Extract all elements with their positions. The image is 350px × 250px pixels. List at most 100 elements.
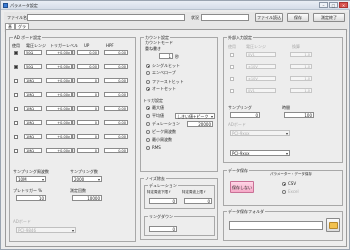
- ad-trigger-input[interactable]: +0.00v: [46, 92, 72, 97]
- pretrigger-input[interactable]: 10: [16, 195, 46, 201]
- save-button[interactable]: 保存: [287, 13, 309, 22]
- ext-sampling-input[interactable]: 0: [230, 112, 260, 118]
- count-value-input[interactable]: 1: [159, 53, 173, 59]
- data-folder-input[interactable]: [229, 221, 323, 230]
- ad-channel-checkbox[interactable]: [14, 51, 18, 55]
- mode-first-hit-radio[interactable]: [146, 80, 150, 84]
- mode-auto-set-radio[interactable]: [146, 87, 150, 91]
- ad-channel-checkbox[interactable]: [14, 93, 18, 97]
- ext-range-select[interactable]: 0V1: [246, 88, 276, 93]
- ad-up-input[interactable]: 0: [77, 78, 99, 83]
- ext-factor-input[interactable]: 1.0: [290, 76, 312, 81]
- ad-trigger-spinner[interactable]: [72, 120, 75, 125]
- ad-hpf-input[interactable]: 0.00: [104, 50, 128, 55]
- ext-range-select[interactable]: ±10V: [246, 64, 276, 69]
- ad-up-input[interactable]: 0.00: [77, 64, 99, 69]
- ad-trigger-input[interactable]: +0.00v: [46, 106, 72, 111]
- ext-range-select[interactable]: 0V1: [246, 52, 276, 57]
- ext-range-select[interactable]: ±10V: [246, 76, 276, 81]
- sampling-count-select[interactable]: 2000: [72, 176, 102, 182]
- ad-trigger-spinner[interactable]: [72, 148, 75, 153]
- file-label: ファイル名: [7, 15, 27, 20]
- ext-time-input[interactable]: 100: [284, 112, 314, 118]
- ext-board-select[interactable]: PCI-9xxx: [230, 130, 290, 136]
- ad-hpf-input[interactable]: 0.00: [104, 64, 128, 69]
- ringdown-input[interactable]: 0: [149, 226, 177, 232]
- ad-trigger-spinner[interactable]: [72, 92, 75, 97]
- trig-rms-radio[interactable]: [146, 146, 150, 150]
- ad-range-select[interactable]: 1MΩ: [24, 78, 42, 83]
- folder-icon: [329, 222, 338, 229]
- ad-channel-checkbox[interactable]: [14, 107, 18, 111]
- ext-channel-checkbox[interactable]: [230, 77, 234, 81]
- stop-measurement-button[interactable]: 測定終了: [313, 13, 345, 22]
- ad-channel-checkbox[interactable]: [14, 121, 18, 125]
- ad-up-input[interactable]: 0: [77, 148, 99, 153]
- trig-avg-radio[interactable]: [146, 114, 150, 118]
- mode-envelope-radio[interactable]: [146, 71, 150, 75]
- ext-channel-checkbox[interactable]: [230, 65, 234, 69]
- ad-range-select[interactable]: 1MΩ: [24, 148, 42, 153]
- load-file-button[interactable]: ファイル読込: [255, 13, 283, 22]
- ad-trigger-input[interactable]: +0.00v: [46, 134, 72, 139]
- ad-up-input[interactable]: 0: [77, 120, 99, 125]
- noise-removal-title: ノイズ除去: [144, 176, 166, 181]
- low-freq-input[interactable]: 0: [149, 198, 177, 204]
- trig-min-freq-radio[interactable]: [146, 138, 150, 142]
- trig-duration-radio[interactable]: [146, 122, 150, 126]
- ad-hpf-input[interactable]: 0.00: [104, 120, 128, 125]
- ad-trigger-input[interactable]: +0.00v: [46, 120, 72, 125]
- no-save-button[interactable]: 保存しない: [230, 181, 254, 193]
- minimize-button[interactable]: –: [319, 2, 328, 8]
- maximize-button[interactable]: □: [329, 2, 338, 8]
- trig-count-input[interactable]: 10000: [72, 195, 102, 201]
- ad-trigger-input[interactable]: +0.00v: [46, 50, 72, 55]
- ad-range-select[interactable]: 1MΩ: [24, 106, 42, 111]
- ext-channel-checkbox[interactable]: [230, 53, 234, 57]
- ad-range-select[interactable]: 1MΩ: [24, 92, 42, 97]
- ad-trigger-spinner[interactable]: [72, 78, 75, 83]
- ad-hpf-input[interactable]: 0.00: [104, 106, 128, 111]
- ad-trigger-input[interactable]: +0.00v: [46, 78, 72, 83]
- threshold-input[interactable]: 20000: [187, 121, 213, 127]
- ad-hpf-input[interactable]: 0.00: [104, 134, 128, 139]
- ad-board-select[interactable]: PCI-9846: [16, 227, 76, 233]
- high-freq-input[interactable]: 0: [184, 198, 212, 204]
- browse-folder-button[interactable]: [326, 218, 340, 232]
- file-name-input[interactable]: [27, 14, 185, 21]
- ext-factor-input[interactable]: 1.0: [290, 88, 312, 93]
- trig-peak-freq-radio[interactable]: [146, 130, 150, 134]
- ext-factor-input[interactable]: 1.0: [290, 52, 312, 57]
- close-button[interactable]: ×: [339, 2, 348, 8]
- excel-radio[interactable]: [282, 190, 286, 194]
- ad-range-select[interactable]: 50Ω: [24, 50, 42, 55]
- ad-up-input[interactable]: 0: [77, 92, 99, 97]
- ad-hpf-input[interactable]: 0.00: [104, 78, 128, 83]
- ad-up-input[interactable]: 0: [77, 106, 99, 111]
- csv-radio[interactable]: [282, 182, 286, 186]
- ad-trigger-input[interactable]: +0.00v: [46, 148, 72, 153]
- ext-factor-input[interactable]: 1.0: [290, 64, 312, 69]
- ad-trigger-spinner[interactable]: [72, 50, 75, 55]
- ad-range-select[interactable]: 1MΩ: [24, 134, 42, 139]
- sampling-freq-select[interactable]: 10M: [16, 176, 46, 182]
- ext-channel-checkbox[interactable]: [230, 89, 234, 93]
- ad-hpf-input[interactable]: 0.00: [104, 148, 128, 153]
- ad-channel-checkbox[interactable]: [14, 65, 18, 69]
- ext-board2-select[interactable]: PCI-9xxx: [230, 150, 290, 156]
- ad-trigger-spinner[interactable]: [72, 134, 75, 139]
- ad-hpf-input[interactable]: 0.00: [104, 92, 128, 97]
- ad-channel-checkbox[interactable]: [14, 79, 18, 83]
- ad-up-input[interactable]: 0.00: [77, 50, 99, 55]
- trigger-method-select[interactable]: しきい値+ピーク: [175, 113, 215, 119]
- ad-trigger-input[interactable]: +0.00v: [46, 64, 72, 69]
- ad-channel-checkbox[interactable]: [14, 135, 18, 139]
- ad-trigger-spinner[interactable]: [72, 106, 75, 111]
- ad-range-select[interactable]: 1MΩ: [24, 120, 42, 125]
- mode-single-hit-radio[interactable]: [146, 64, 150, 68]
- ad-trigger-spinner[interactable]: [72, 64, 75, 69]
- ad-channel-checkbox[interactable]: [14, 149, 18, 153]
- ad-range-select[interactable]: 50Ω: [24, 64, 42, 69]
- ad-up-input[interactable]: 0: [77, 134, 99, 139]
- trig-max-radio[interactable]: [146, 106, 150, 110]
